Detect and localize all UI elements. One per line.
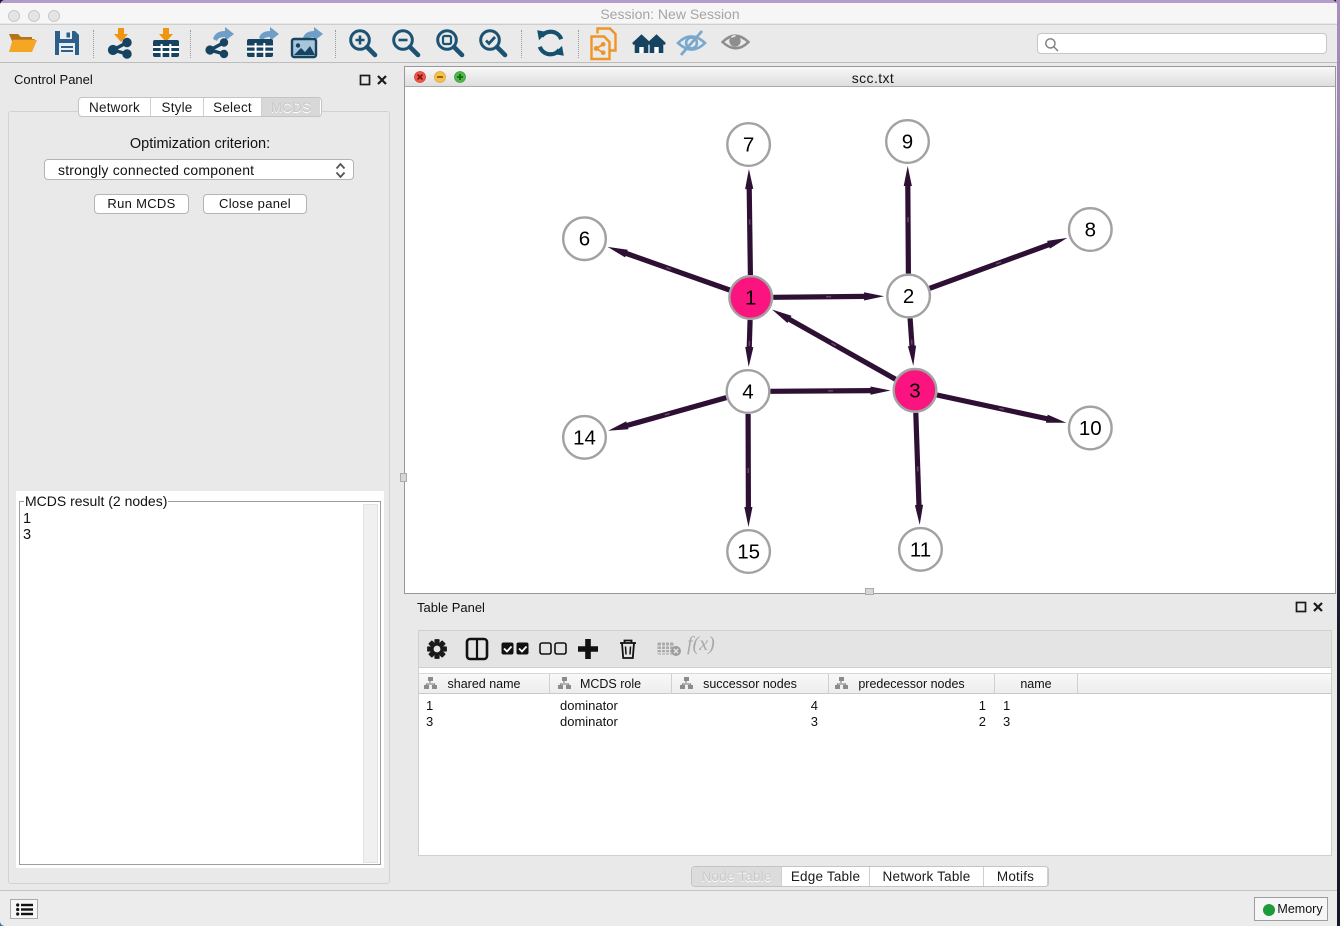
svg-text:14: 14 bbox=[573, 426, 596, 449]
svg-text:9: 9 bbox=[902, 131, 913, 154]
svg-text:8: 8 bbox=[1085, 219, 1096, 242]
svg-text:15: 15 bbox=[737, 541, 760, 564]
svg-text:7: 7 bbox=[743, 134, 754, 157]
svg-text:3: 3 bbox=[909, 379, 920, 402]
svg-text:1: 1 bbox=[745, 287, 756, 310]
svg-text:2: 2 bbox=[903, 285, 914, 308]
svg-text:6: 6 bbox=[579, 228, 590, 251]
svg-text:10: 10 bbox=[1079, 417, 1102, 440]
svg-text:11: 11 bbox=[910, 538, 931, 561]
svg-text:4: 4 bbox=[742, 381, 753, 404]
